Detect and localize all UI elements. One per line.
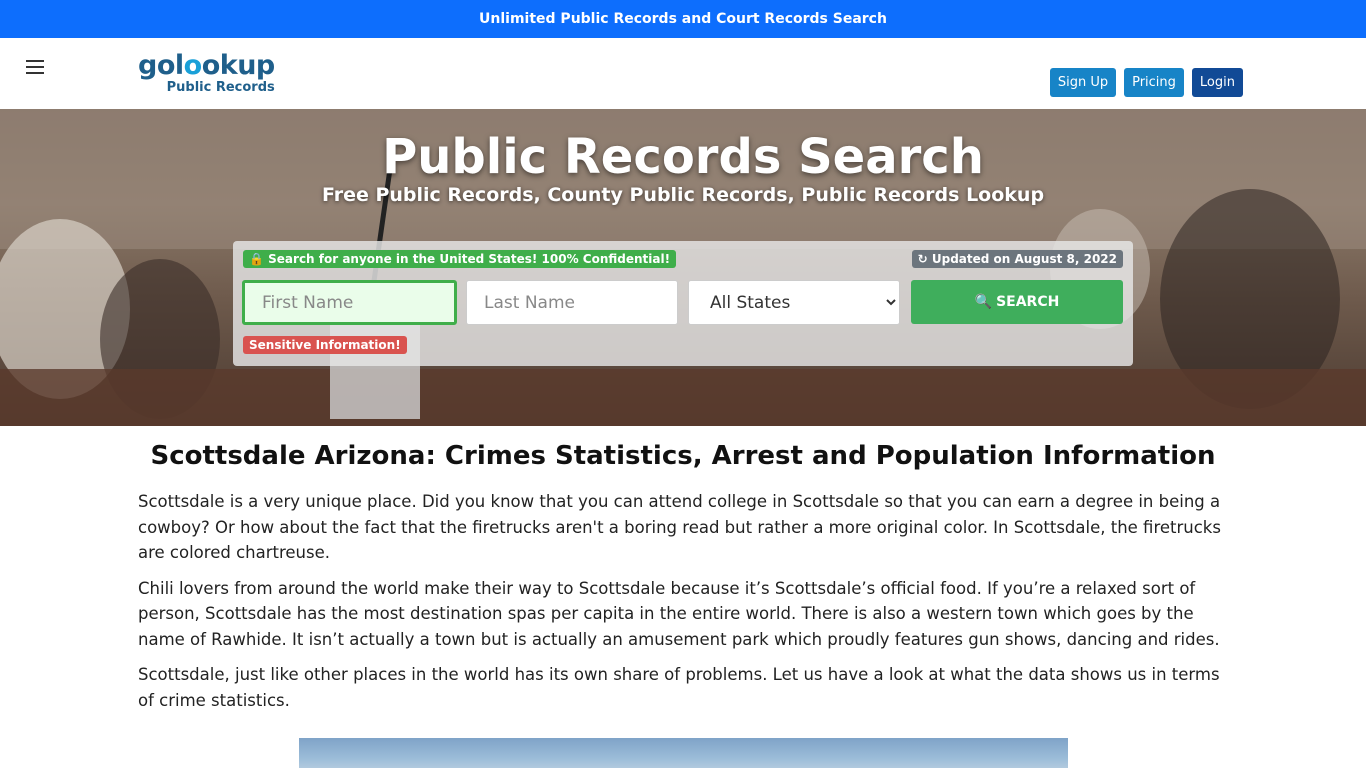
lock-icon: 🔒 bbox=[249, 252, 264, 266]
search-button[interactable]: 🔍 SEARCH bbox=[911, 280, 1123, 324]
scottsdale-sky-image bbox=[299, 738, 1068, 768]
last-name-input[interactable] bbox=[466, 280, 678, 325]
nav-buttons: Sign Up Pricing Login bbox=[1049, 68, 1243, 97]
updated-badge: ↻ Updated on August 8, 2022 bbox=[911, 250, 1123, 268]
confidential-badge: 🔒 Search for anyone in the United States… bbox=[243, 250, 677, 268]
state-select[interactable]: All States bbox=[688, 280, 900, 325]
logo-wordmark: golookup bbox=[138, 50, 275, 81]
hero-section: Public Records Search Free Public Record… bbox=[0, 109, 1366, 426]
promo-banner-text[interactable]: Unlimited Public Records and Court Recor… bbox=[479, 11, 887, 27]
hamburger-icon[interactable] bbox=[26, 60, 44, 76]
article-heading: Scottsdale Arizona: Crimes Statistics, A… bbox=[150, 441, 1216, 471]
first-name-input[interactable] bbox=[242, 280, 457, 325]
promo-banner[interactable]: Unlimited Public Records and Court Recor… bbox=[0, 0, 1366, 38]
article-content: Scottsdale Arizona: Crimes Statistics, A… bbox=[138, 441, 1228, 723]
search-form: 🔒 Search for anyone in the United States… bbox=[233, 241, 1133, 366]
article-paragraph: Chili lovers from around the world make … bbox=[138, 578, 1220, 649]
hero-subtitle: Free Public Records, County Public Recor… bbox=[321, 184, 1045, 206]
hero-title: Public Records Search bbox=[382, 129, 984, 185]
site-header: golookup Public Records Sign Up Pricing … bbox=[0, 38, 1366, 109]
pricing-button[interactable]: Pricing bbox=[1124, 68, 1184, 97]
logo-subtitle: Public Records bbox=[166, 80, 275, 95]
login-button[interactable]: Login bbox=[1191, 68, 1243, 97]
refresh-icon: ↻ bbox=[917, 252, 928, 266]
article-paragraph: Scottsdale is a very unique place. Did y… bbox=[138, 492, 1221, 562]
sensitive-badge: Sensitive Information! bbox=[243, 336, 407, 354]
signup-button[interactable]: Sign Up bbox=[1049, 68, 1117, 97]
search-icon: 🔍 bbox=[974, 294, 993, 310]
site-logo[interactable]: golookup Public Records bbox=[138, 50, 275, 95]
article-paragraph: Scottsdale, just like other places in th… bbox=[138, 665, 1220, 710]
